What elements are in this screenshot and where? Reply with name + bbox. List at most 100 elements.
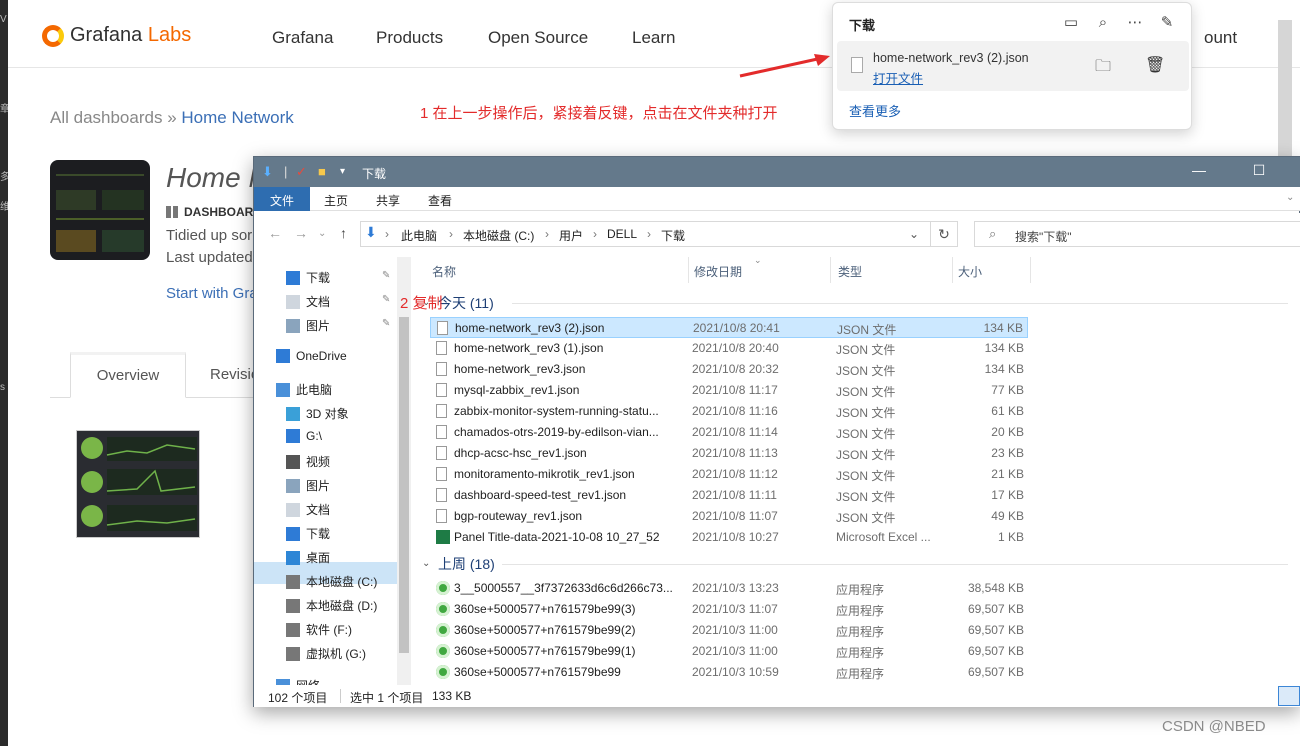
forward-icon[interactable]: → bbox=[294, 225, 308, 241]
nav-item[interactable]: 视频 bbox=[286, 453, 330, 470]
start-with-link[interactable]: Start with Gra bbox=[166, 285, 258, 302]
ribbon-expand-icon[interactable]: ⌄ bbox=[1286, 192, 1294, 203]
nav-item[interactable]: 本地磁盘 (D:) bbox=[286, 597, 377, 614]
file-size: 1 KB bbox=[997, 530, 1024, 544]
show-in-folder-icon[interactable]: 🗀 bbox=[1095, 55, 1111, 82]
file-row[interactable]: bgp-routeway_rev1.json 2021/10/8 11:07 JSO… bbox=[430, 506, 1028, 527]
file-row[interactable]: mysql-zabbix_rev1.json 2021/10/8 11:17 JSO… bbox=[430, 380, 1028, 401]
maximize-button[interactable]: ☐ bbox=[1244, 162, 1274, 179]
nav-item[interactable]: 下载 bbox=[286, 525, 330, 542]
drive-icon bbox=[286, 598, 300, 613]
nav-learn[interactable]: Learn bbox=[632, 28, 675, 48]
column-divider[interactable] bbox=[1030, 257, 1031, 283]
file-row[interactable]: 360se+5000577+n761579be99 2021/10/3 10:59… bbox=[430, 662, 1028, 683]
file-row[interactable]: chamados-otrs-2019-by-edilson-vian... 202… bbox=[430, 422, 1028, 443]
dashboard-grid-icon bbox=[166, 206, 178, 218]
file-row[interactable]: Panel Title-data-2021-10-08 10_27_52 2021… bbox=[430, 527, 1028, 548]
nav-open-source[interactable]: Open Source bbox=[488, 28, 588, 48]
tab-overview[interactable]: Overview bbox=[70, 352, 186, 398]
nav-item[interactable]: 虚拟机 (G:) bbox=[286, 645, 366, 662]
file-date: 2021/10/8 20:41 bbox=[693, 321, 780, 335]
file-row[interactable]: 3__5000557__3f7372633d6c6d266c73... 2021/… bbox=[430, 578, 1028, 599]
column-divider[interactable] bbox=[830, 257, 831, 283]
folder-icon[interactable]: ■ bbox=[318, 164, 326, 179]
search-icon[interactable]: ⌕ bbox=[1093, 13, 1113, 33]
refresh-button[interactable]: ↻ bbox=[930, 221, 958, 247]
download-item[interactable]: home-network_rev3 (2).json 打开文件 🗀 🗑 bbox=[837, 41, 1189, 91]
column-size[interactable]: 大小 bbox=[958, 263, 982, 280]
search-input[interactable]: ⌕ 搜索"下载" bbox=[974, 221, 1300, 247]
file-icon bbox=[436, 488, 447, 502]
properties-icon[interactable]: ✓ bbox=[296, 164, 307, 180]
explorer-titlebar[interactable]: ⬇ | ✓ ■ ▾ 下载 — ☐ bbox=[254, 157, 1300, 187]
breadcrumb-root[interactable]: All dashboards bbox=[50, 108, 162, 127]
file-row[interactable]: zabbix-monitor-system-running-statu... 20… bbox=[430, 401, 1028, 422]
column-date[interactable]: 修改日期 bbox=[694, 263, 742, 280]
search-placeholder: 搜索"下载" bbox=[1015, 230, 1072, 244]
file-row[interactable]: dashboard-speed-test_rev1.json 2021/10/8 … bbox=[430, 485, 1028, 506]
nav-item[interactable]: 3D 对象 bbox=[286, 405, 349, 422]
nav-item[interactable]: 文档 bbox=[286, 293, 330, 310]
nav-item[interactable]: 图片 bbox=[286, 477, 330, 494]
column-divider[interactable] bbox=[952, 257, 953, 283]
file-row[interactable]: 360se+5000577+n761579be99(1) 2021/10/3 11… bbox=[430, 641, 1028, 662]
tab-revisions[interactable]: Revisio bbox=[210, 366, 259, 383]
group-header[interactable]: 今天 (11) bbox=[438, 293, 494, 313]
address-segment[interactable]: 下载 bbox=[661, 227, 685, 244]
folder-icon[interactable]: ▭ bbox=[1061, 13, 1081, 33]
file-row[interactable]: 360se+5000577+n761579be99(3) 2021/10/3 11… bbox=[430, 599, 1028, 620]
pin-icon[interactable]: ✎ bbox=[1157, 13, 1177, 33]
back-icon[interactable]: ← bbox=[268, 225, 282, 241]
group-header[interactable]: 上周 (18) bbox=[438, 554, 495, 574]
nav-scrollbar-thumb[interactable] bbox=[399, 317, 409, 653]
nav-item[interactable]: OneDrive bbox=[276, 349, 347, 363]
file-row[interactable]: dhcp-acsc-hsc_rev1.json 2021/10/8 11:13 JS… bbox=[430, 443, 1028, 464]
file-row[interactable]: 360se+5000577+n761579be99(2) 2021/10/3 11… bbox=[430, 620, 1028, 641]
file-type: JSON 文件 bbox=[836, 490, 896, 504]
recent-dropdown-icon[interactable]: ⌄ bbox=[318, 228, 326, 239]
file-row[interactable]: monitoramento-mikrotik_rev1.json 2021/10/… bbox=[430, 464, 1028, 485]
file-row[interactable]: home-network_rev3.json 2021/10/8 20:32 JSO… bbox=[430, 359, 1028, 380]
nav-grafana[interactable]: Grafana bbox=[272, 28, 333, 48]
ribbon-tab-home[interactable]: 主页 bbox=[324, 192, 348, 209]
nav-item[interactable]: 本地磁盘 (C:) bbox=[286, 573, 377, 590]
nav-item[interactable]: 桌面 bbox=[286, 549, 330, 566]
group-collapse-icon[interactable]: ⌄ bbox=[422, 558, 430, 569]
nav-products[interactable]: Products bbox=[376, 28, 443, 48]
download-arrow-icon: ⬇ bbox=[262, 164, 273, 179]
column-divider[interactable] bbox=[688, 257, 689, 283]
see-more-link[interactable]: 查看更多 bbox=[849, 101, 901, 120]
address-segment[interactable]: DELL bbox=[607, 227, 637, 241]
up-icon[interactable]: ↑ bbox=[340, 225, 347, 241]
address-bar[interactable]: ⬇ › 此电脑 › 本地磁盘 (C:) › 用户 › DELL › 下载 ⌄ bbox=[360, 221, 958, 247]
column-name[interactable]: 名称 bbox=[432, 263, 456, 280]
more-icon[interactable]: ⋯ bbox=[1125, 13, 1145, 33]
nav-item[interactable]: 此电脑 bbox=[276, 381, 332, 398]
address-segment[interactable]: 用户 bbox=[559, 227, 583, 244]
file-size: 23 KB bbox=[991, 446, 1024, 460]
delete-icon[interactable]: 🗑 bbox=[1145, 55, 1165, 75]
ribbon-tab-view[interactable]: 查看 bbox=[428, 192, 452, 209]
nav-item[interactable]: 图片 bbox=[286, 317, 330, 334]
column-type[interactable]: 类型 bbox=[838, 263, 862, 280]
nav-item[interactable]: G:\ bbox=[286, 429, 322, 443]
open-file-link[interactable]: 打开文件 bbox=[873, 68, 923, 87]
ribbon-tab-file[interactable]: 文件 bbox=[254, 187, 310, 211]
nav-item[interactable]: 文档 bbox=[286, 501, 330, 518]
address-segment[interactable]: 本地磁盘 (C:) bbox=[463, 227, 534, 244]
nav-account[interactable]: ount bbox=[1204, 28, 1237, 48]
address-dropdown-icon[interactable]: ⌄ bbox=[909, 227, 919, 241]
address-segment[interactable]: 此电脑 bbox=[401, 227, 437, 244]
nav-item[interactable]: 软件 (F:) bbox=[286, 621, 352, 638]
nav-item[interactable]: 下载 bbox=[286, 269, 330, 286]
file-size: 69,507 KB bbox=[967, 602, 1024, 616]
file-row[interactable]: home-network_rev3 (1).json 2021/10/8 20:4… bbox=[430, 338, 1028, 359]
ribbon-tab-share[interactable]: 共享 bbox=[376, 192, 400, 209]
quick-access-dropdown-icon[interactable]: ▾ bbox=[340, 166, 345, 177]
dashboard-preview-graphic bbox=[81, 437, 197, 531]
details-view-icon[interactable] bbox=[1278, 686, 1300, 706]
minimize-button[interactable]: — bbox=[1184, 162, 1214, 178]
grafana-logo[interactable]: Grafana Labs bbox=[42, 24, 191, 47]
breadcrumb-current[interactable]: Home Network bbox=[181, 108, 293, 127]
file-row[interactable]: home-network_rev3 (2).json 2021/10/8 20:4… bbox=[430, 317, 1028, 338]
